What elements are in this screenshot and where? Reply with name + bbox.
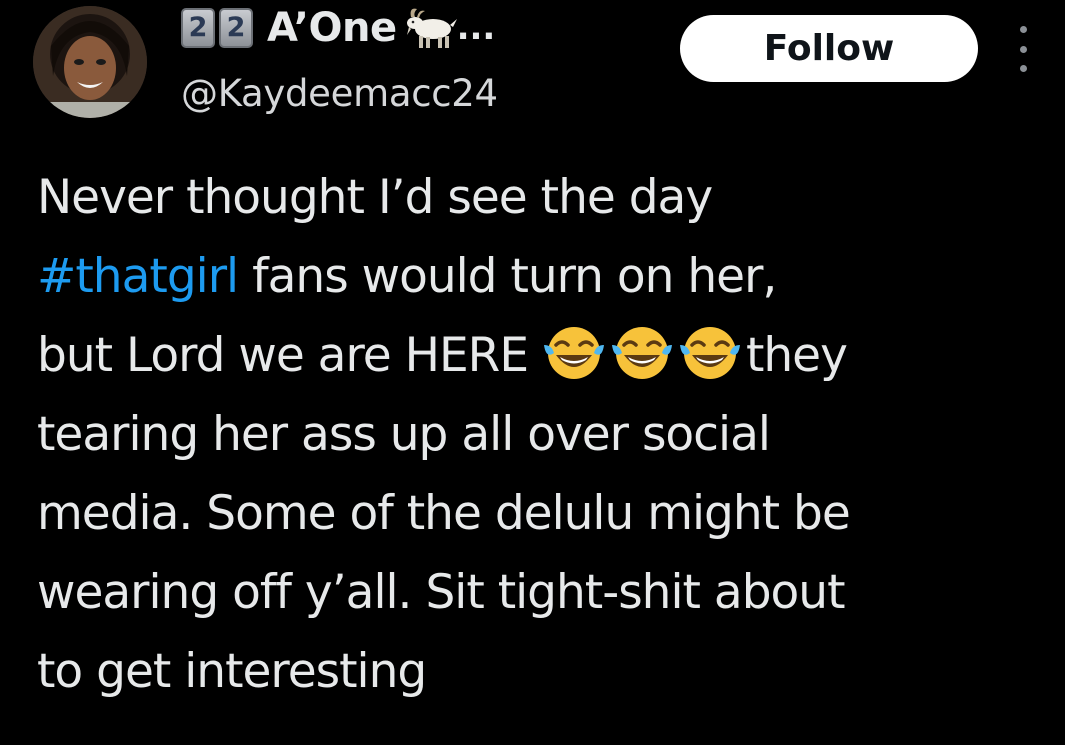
tweet-line: media. Some of the delulu might be [37,474,1047,553]
tweet-text-segment: they [745,328,848,383]
tweet-text-segment: media. Some of the delulu might be [37,486,851,541]
tweet-text-segment: wearing off y’all. Sit tight-shit about [37,565,846,620]
more-dot [1019,65,1027,72]
name-truncation: ... [456,8,496,48]
keycap-digit: 2 [181,8,215,48]
tweet-text: Never thought I’d see the day #thatgirl … [37,158,1047,711]
face-with-tears-of-joy-icon [678,323,742,381]
author-info[interactable]: 2 2 A’One ... @Kaydeemacc24 [181,0,641,120]
tweet-line: #thatgirl fans would turn on her, [37,237,1047,316]
user-handle[interactable]: @Kaydeemacc24 [181,72,498,115]
tweet-line: but Lord we are HERE they [37,316,1047,395]
face-with-tears-of-joy-icon [610,323,674,381]
keycap-digit: 2 [219,8,253,48]
tweet-text-segment: tearing her ass up all over social [37,407,771,462]
more-dot [1019,45,1027,53]
tweet-text-segment: Never thought I’d see the day [37,170,713,225]
display-name: A’One [267,5,397,51]
tweet-line: to get interesting [37,632,1047,711]
tweet-line: Never thought I’d see the day [37,158,1047,237]
tweet-line: tearing her ass up all over social [37,395,1047,474]
tweet-text-segment: but Lord we are HERE [37,328,529,383]
follow-button[interactable]: Follow [680,15,978,82]
tweet-text-segment: fans would turn on her, [252,249,777,304]
avatar[interactable] [33,6,147,118]
tweet-line: wearing off y’all. Sit tight-shit about [37,553,1047,632]
hashtag-link[interactable]: #thatgirl [37,249,239,304]
display-name-row[interactable]: 2 2 A’One ... [181,4,495,52]
face-with-tears-of-joy-icon [542,323,606,381]
tweet-card: 2 2 A’One ... @Kaydeemacc24 Follow Never… [0,0,1065,745]
more-vertical-icon[interactable] [1012,26,1034,72]
more-dot [1019,26,1027,33]
goat-icon [405,5,461,51]
tweet-text-segment: to get interesting [37,644,427,699]
